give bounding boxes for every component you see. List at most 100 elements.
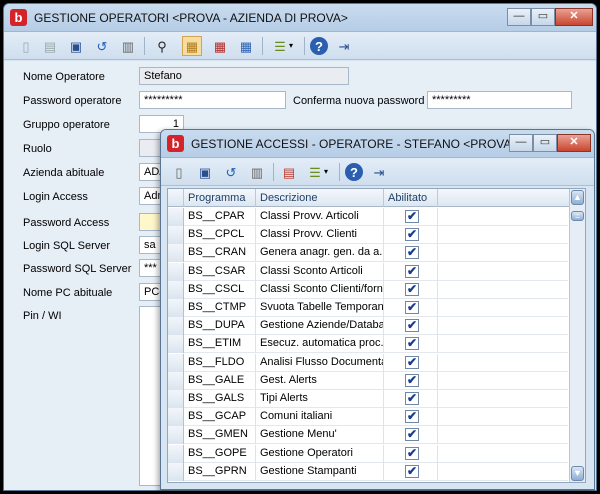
table-row[interactable]: BS__CRAN Genera anagr. gen. da a... ✔	[168, 244, 568, 263]
cell-programma: BS__GPRN	[184, 462, 256, 481]
row-selector[interactable]	[168, 353, 184, 372]
cell-programma: BS__CTMP	[184, 299, 256, 317]
row-selector[interactable]	[168, 444, 184, 463]
open-icon[interactable]: ▤	[40, 36, 60, 56]
help-icon[interactable]: ?	[345, 163, 363, 181]
conferma-password-field[interactable]: *********	[427, 91, 572, 109]
row-selector[interactable]	[168, 408, 184, 427]
cell-programma: BS__ETIM	[184, 335, 256, 354]
cell-descrizione: Genera anagr. gen. da a...	[256, 244, 384, 263]
main-window-title: GESTIONE OPERATORI <PROVA - AZIENDA DI P…	[34, 11, 348, 25]
table-row[interactable]: BS__ETIM Esecuz. automatica proc.... ✔	[168, 335, 568, 354]
maximize-button[interactable]: ▭	[533, 134, 557, 152]
table-row[interactable]: BS__CTMP Svuota Tabelle Temporanee ✔	[168, 299, 568, 317]
row-selector[interactable]	[168, 390, 184, 408]
column-descrizione[interactable]: Descrizione	[256, 189, 384, 207]
abilitato-checkbox[interactable]: ✔	[405, 464, 419, 478]
access-icon[interactable]: ▦	[236, 36, 256, 56]
exit-icon[interactable]: ⇥	[369, 162, 389, 182]
row-selector[interactable]	[168, 426, 184, 445]
table-row[interactable]: BS__GOPE Gestione Operatori ✔	[168, 444, 568, 463]
abilitato-checkbox[interactable]: ✔	[405, 410, 419, 424]
azienda-abituale-label: Azienda abituale	[23, 167, 105, 179]
document-icon[interactable]: ▤	[279, 162, 299, 182]
row-selector[interactable]	[168, 299, 184, 317]
table-row[interactable]: BS__GMEN Gestione Menu' ✔	[168, 426, 568, 445]
abilitato-checkbox[interactable]: ✔	[405, 282, 419, 296]
table-row[interactable]: BS__FLDO Analisi Flusso Documentale ✔	[168, 353, 568, 372]
toolbar-separator	[144, 37, 145, 55]
maximize-button[interactable]: ▭	[531, 8, 555, 26]
table-row[interactable]: BS__GALE Gest. Alerts ✔	[168, 371, 568, 390]
undo-icon[interactable]: ↺	[221, 162, 241, 182]
row-selector[interactable]	[168, 335, 184, 354]
search-icon[interactable]: ⚲	[152, 36, 172, 56]
abilitato-checkbox[interactable]: ✔	[405, 337, 419, 351]
table-row[interactable]: BS__CSCL Classi Sconto Clienti/forn ✔	[168, 280, 568, 299]
login-sql-server-label: Login SQL Server	[23, 240, 111, 252]
cell-descrizione: Comuni italiani	[256, 408, 384, 427]
access-titlebar[interactable]: b GESTIONE ACCESSI - OPERATORE - STEFANO…	[161, 130, 594, 158]
scroll-up-button[interactable]: ▲	[571, 190, 584, 205]
abilitato-checkbox[interactable]: ✔	[405, 355, 419, 369]
nome-operatore-field[interactable]: Stefano	[139, 67, 349, 85]
password-access-label: Password Access	[23, 217, 110, 229]
row-selector[interactable]	[168, 317, 184, 336]
abilitato-checkbox[interactable]: ✔	[405, 373, 419, 387]
scroll-thumb[interactable]: =	[571, 211, 584, 221]
new-icon[interactable]: ▯	[16, 36, 36, 56]
toolbar-separator	[304, 37, 305, 55]
save-icon[interactable]: ▣	[195, 162, 215, 182]
chevron-down-icon[interactable]: ▾	[286, 36, 296, 56]
row-selector[interactable]	[168, 226, 184, 245]
row-selector[interactable]	[168, 462, 184, 481]
cell-descrizione: Gestione Operatori	[256, 444, 384, 463]
row-selector[interactable]	[168, 262, 184, 281]
login-access-label: Login Access	[23, 191, 88, 203]
table-row[interactable]: BS__GCAP Comuni italiani ✔	[168, 408, 568, 427]
table-row[interactable]: BS__CSAR Classi Sconto Articoli ✔	[168, 262, 568, 281]
abilitato-checkbox[interactable]: ✔	[405, 392, 419, 405]
abilitato-checkbox[interactable]: ✔	[405, 228, 419, 242]
password-operatore-field[interactable]: *********	[139, 91, 286, 109]
abilitato-checkbox[interactable]: ✔	[405, 301, 419, 314]
exit-icon[interactable]: ⇥	[334, 36, 354, 56]
toolbar-separator	[262, 37, 263, 55]
vertical-scrollbar[interactable]: ▲ = ▼	[569, 189, 585, 482]
delete-icon[interactable]: ▥	[118, 36, 138, 56]
abilitato-checkbox[interactable]: ✔	[405, 246, 419, 260]
row-selector[interactable]	[168, 244, 184, 263]
abilitato-checkbox[interactable]: ✔	[405, 428, 419, 442]
conferma-password-label: Conferma nuova password	[293, 95, 425, 107]
books-icon[interactable]: ▦	[210, 36, 230, 56]
table-row[interactable]: BS__GPRN Gestione Stampanti ✔	[168, 462, 568, 481]
abilitato-checkbox[interactable]: ✔	[405, 210, 419, 223]
row-selector[interactable]	[168, 280, 184, 299]
column-programma[interactable]: Programma	[184, 189, 256, 207]
abilitato-checkbox[interactable]: ✔	[405, 319, 419, 333]
main-titlebar[interactable]: b GESTIONE OPERATORI <PROVA - AZIENDA DI…	[4, 4, 596, 32]
minimize-button[interactable]: —	[507, 8, 531, 26]
minimize-button[interactable]: —	[509, 134, 533, 152]
row-selector[interactable]	[168, 208, 184, 226]
help-icon[interactable]: ?	[310, 37, 328, 55]
delete-icon[interactable]: ▥	[247, 162, 267, 182]
table-row[interactable]: BS__DUPA Gestione Aziende/Database ✔	[168, 317, 568, 336]
table-row[interactable]: BS__CPAR Classi Provv. Articoli ✔	[168, 208, 568, 226]
undo-icon[interactable]: ↺	[92, 36, 112, 56]
new-icon[interactable]: ▯	[169, 162, 189, 182]
scroll-down-button[interactable]: ▼	[571, 466, 584, 481]
abilitato-checkbox[interactable]: ✔	[405, 264, 419, 278]
row-selector[interactable]	[168, 371, 184, 390]
close-button[interactable]: ✕	[557, 134, 591, 152]
operator-card-icon[interactable]: ▦	[182, 36, 202, 56]
abilitato-checkbox[interactable]: ✔	[405, 446, 419, 460]
table-row[interactable]: BS__CPCL Classi Provv. Clienti ✔	[168, 226, 568, 245]
table-row[interactable]: BS__GALS Tipi Alerts ✔	[168, 390, 568, 408]
chevron-down-icon[interactable]: ▾	[321, 162, 331, 182]
save-icon[interactable]: ▣	[66, 36, 86, 56]
password-operatore-label: Password operatore	[23, 95, 122, 107]
column-abilitato[interactable]: Abilitato	[384, 189, 438, 207]
close-button[interactable]: ✕	[555, 8, 593, 26]
gruppo-operatore-label: Gruppo operatore	[23, 119, 110, 131]
